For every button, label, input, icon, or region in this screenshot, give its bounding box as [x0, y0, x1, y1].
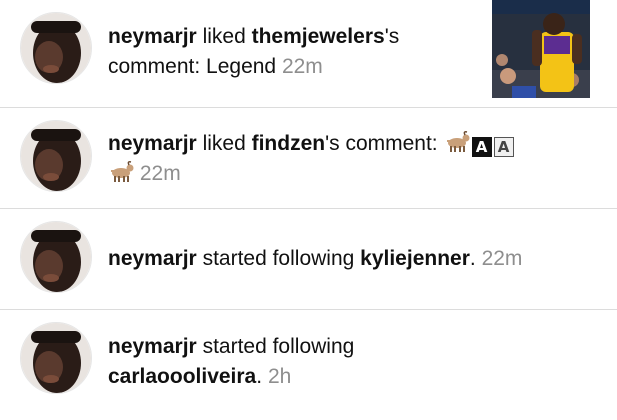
negative-squared-letter-a-icon: A	[471, 137, 492, 157]
notification-row[interactable]: neymarjr liked themjewelers's comment: L…	[0, 0, 617, 107]
possessive-suffix: 's	[384, 25, 400, 48]
notification-text: neymarjr started following carlaooolivei…	[108, 332, 354, 392]
period: .	[469, 247, 476, 270]
avatar[interactable]	[20, 120, 92, 192]
avatar-photo	[21, 13, 91, 83]
squared-letter-a-icon: A	[493, 137, 514, 157]
avatar[interactable]	[20, 12, 92, 84]
avatar-photo	[21, 222, 91, 292]
target-username-link[interactable]: kyliejenner	[360, 247, 470, 270]
timestamp: 2h	[267, 365, 292, 388]
username-link[interactable]: neymarjr	[108, 25, 197, 48]
avatar-photo	[21, 121, 91, 191]
username-link[interactable]: neymarjr	[108, 247, 197, 270]
action-text: liked	[202, 25, 246, 48]
notification-text: neymarjr liked findzen's comment: AA 22m	[108, 129, 514, 189]
target-username-link[interactable]: themjewelers	[252, 25, 385, 48]
comment-text: comment: Legend	[108, 55, 277, 78]
timestamp: 22m	[481, 247, 523, 270]
goat-icon	[111, 161, 134, 182]
notification-text: neymarjr liked themjewelers's comment: L…	[108, 22, 399, 82]
period: .	[256, 365, 263, 388]
notification-text: neymarjr started following kyliejenner. …	[108, 244, 522, 274]
post-thumbnail[interactable]	[492, 0, 590, 98]
post-thumbnail-image	[492, 0, 590, 98]
target-username-link[interactable]: findzen	[252, 132, 326, 155]
action-text: started following	[202, 247, 355, 270]
notification-row[interactable]: neymarjr started following kyliejenner. …	[0, 209, 617, 309]
goat-icon	[446, 131, 469, 152]
avatar-photo	[21, 323, 91, 393]
username-link[interactable]: neymarjr	[108, 132, 197, 155]
action-text: started following	[202, 335, 355, 358]
action-text: liked	[202, 132, 246, 155]
username-link[interactable]: neymarjr	[108, 335, 197, 358]
activity-feed: neymarjr liked themjewelers's comment: L…	[0, 0, 617, 420]
timestamp: 22m	[281, 55, 323, 78]
notification-row[interactable]: neymarjr liked findzen's comment: AA 22m	[0, 108, 617, 208]
timestamp: 22m	[139, 162, 181, 185]
avatar[interactable]	[20, 221, 92, 293]
comment-prefix: 's comment:	[325, 132, 438, 155]
avatar[interactable]	[20, 322, 92, 394]
target-username-link[interactable]: carlaoooliveira	[108, 365, 256, 388]
notification-row[interactable]: neymarjr started following carlaooolivei…	[0, 310, 617, 420]
